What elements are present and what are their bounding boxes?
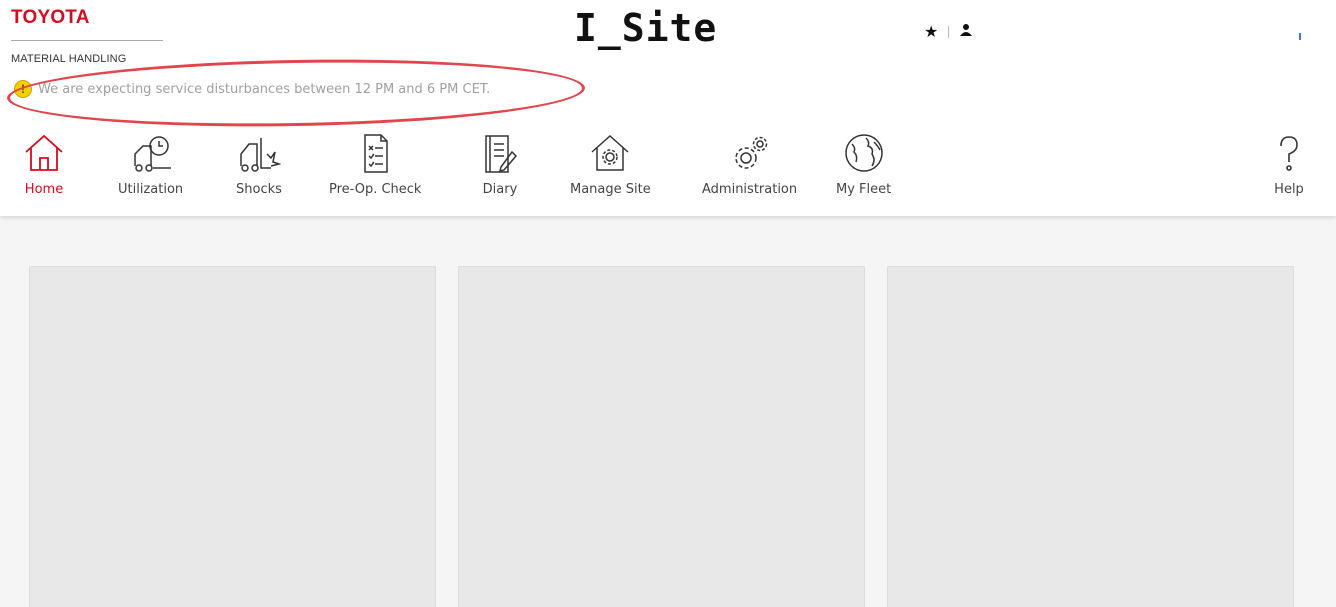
forklift-clock-icon bbox=[133, 136, 171, 172]
nav-label-diary: Diary bbox=[482, 182, 518, 197]
nav-label-pre-op-check: Pre-Op. Check bbox=[329, 182, 422, 197]
brand-divider bbox=[11, 40, 163, 41]
home-icon bbox=[25, 134, 63, 171]
nav-label-shocks: Shocks bbox=[236, 182, 282, 197]
annotation-ring bbox=[6, 54, 586, 132]
nav-item-pre-op-check[interactable]: Pre-Op. Check bbox=[329, 132, 421, 197]
house-gear-icon bbox=[591, 134, 629, 171]
divider bbox=[948, 26, 950, 38]
menu-marker[interactable] bbox=[1299, 33, 1301, 40]
app-title: I_Site bbox=[574, 6, 718, 50]
checklist-icon bbox=[364, 134, 388, 173]
nav-item-manage-site[interactable]: Manage Site bbox=[570, 132, 651, 197]
nav-label-administration: Administration bbox=[702, 182, 798, 197]
star-icon[interactable]: ★ bbox=[924, 22, 938, 42]
nav-label-my-fleet: My Fleet bbox=[836, 182, 892, 197]
user-icon[interactable] bbox=[959, 23, 973, 42]
question-icon bbox=[1280, 136, 1298, 171]
nav-item-administration[interactable]: Administration bbox=[702, 132, 797, 197]
globe-icon bbox=[844, 134, 883, 172]
nav-item-help[interactable]: Help bbox=[1267, 132, 1311, 197]
forklift-impact-icon bbox=[240, 138, 281, 172]
brand-logo[interactable]: TOYOTA MATERIAL HANDLING bbox=[11, 7, 163, 65]
brand-name: TOYOTA bbox=[11, 7, 90, 28]
main-nav: Home Utilization Shocks Pre-Op. Check Di… bbox=[0, 132, 1336, 212]
nav-item-diary[interactable]: Diary bbox=[478, 132, 522, 197]
brand-subtitle: MATERIAL HANDLING bbox=[11, 53, 127, 65]
dashboard-area bbox=[0, 216, 1336, 607]
dashboard-card[interactable] bbox=[458, 266, 865, 607]
nav-label-utilization: Utilization bbox=[118, 182, 184, 197]
nav-item-home[interactable]: Home bbox=[22, 132, 66, 197]
gears-icon bbox=[734, 136, 767, 169]
nav-item-shocks[interactable]: Shocks bbox=[236, 132, 282, 197]
nav-item-my-fleet[interactable]: My Fleet bbox=[836, 132, 891, 197]
header: TOYOTA MATERIAL HANDLING I_Site ★ ! We a… bbox=[0, 0, 1336, 216]
notebook-pen-icon bbox=[485, 135, 518, 173]
dashboard-card[interactable] bbox=[887, 266, 1294, 607]
nav-label-manage-site: Manage Site bbox=[570, 182, 651, 197]
nav-label-home: Home bbox=[24, 182, 64, 197]
nav-label-help: Help bbox=[1274, 182, 1304, 197]
top-icons: ★ bbox=[924, 22, 973, 42]
nav-item-utilization[interactable]: Utilization bbox=[118, 132, 183, 197]
dashboard-card[interactable] bbox=[29, 266, 436, 607]
